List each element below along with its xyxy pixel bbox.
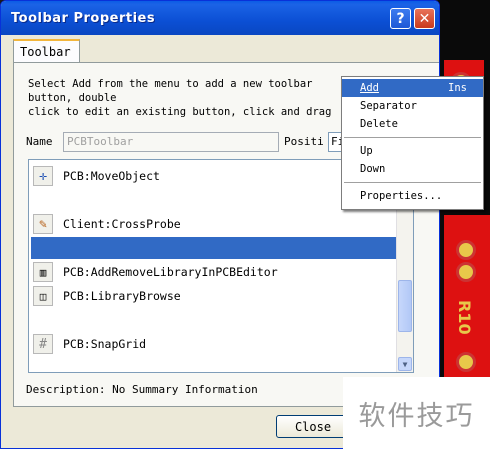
menu-item-label: Add <box>360 82 379 94</box>
menu-item-down[interactable]: Down <box>342 160 483 178</box>
menu-item-shortcut: Ins <box>448 82 467 94</box>
instructions-line: click to edit an existing button, click … <box>28 106 332 118</box>
instructions-line: Select Add from the menu to add a new to… <box>28 78 313 90</box>
snap-grid-icon: # <box>33 334 53 354</box>
pcb-designator-label: R10 <box>455 300 474 335</box>
menu-divider <box>344 137 481 138</box>
position-label: Positi <box>284 135 324 148</box>
list-item[interactable]: # PCB:SnapGrid <box>31 333 397 355</box>
pcb-via <box>456 262 476 282</box>
list-item-label: Client:CrossProbe <box>63 217 181 231</box>
context-menu: Add Ins Separator Delete Up Down Propert… <box>341 76 484 210</box>
watermark: 软件技巧 <box>343 377 490 449</box>
pcb-via <box>456 352 476 372</box>
list-item-selected[interactable] <box>31 237 397 259</box>
close-icon: ✕ <box>418 10 431 27</box>
move-object-icon: ✛ <box>33 166 53 186</box>
scrollbar-thumb[interactable] <box>398 280 412 332</box>
menu-item-label: Properties... <box>360 190 443 202</box>
tab-toolbar[interactable]: Toolbar <box>13 39 80 63</box>
list-item[interactable]: ▥ PCB:AddRemoveLibraryInPCBEditor <box>31 261 397 283</box>
cross-probe-icon: ✎ <box>33 214 53 234</box>
list-item-label: PCB:SnapGrid <box>63 337 147 351</box>
library-browse-icon: ◫ <box>33 286 53 306</box>
add-remove-library-icon: ▥ <box>33 262 53 282</box>
menu-item-label: Down <box>360 163 386 175</box>
menu-item-label: Separator <box>360 100 417 112</box>
instructions-text: Select Add from the menu to add a new to… <box>28 77 348 119</box>
window-title: Toolbar Properties <box>11 10 156 26</box>
menu-item-label: Delete <box>360 118 398 130</box>
list-item-label: PCB:LibraryBrowse <box>63 289 181 303</box>
window-close-button[interactable]: ✕ <box>414 8 435 29</box>
watermark-text: 软件技巧 <box>358 400 475 432</box>
name-label: Name <box>26 135 53 148</box>
menu-divider <box>344 182 481 183</box>
scroll-down-icon[interactable]: ▼ <box>398 357 412 371</box>
pcb-via <box>456 240 476 260</box>
name-field[interactable]: PCBToolbar <box>63 132 279 152</box>
empty-icon-slot <box>33 238 53 258</box>
help-icon: ? <box>396 10 405 27</box>
list-item[interactable]: ◫ PCB:LibraryBrowse <box>31 285 397 307</box>
list-item-label: PCB:MoveObject <box>63 169 160 183</box>
close-button[interactable]: Close <box>276 415 350 438</box>
tab-strip: Toolbar <box>13 39 80 63</box>
menu-item-separator[interactable]: Separator <box>342 97 483 115</box>
menu-item-delete[interactable]: Delete <box>342 115 483 133</box>
instructions-line: button, double <box>28 92 117 104</box>
list-item[interactable]: ✎ Client:CrossProbe <box>31 213 397 235</box>
menu-item-properties[interactable]: Properties... <box>342 187 483 205</box>
description-text: Description: No Summary Information <box>26 383 258 396</box>
menu-item-up[interactable]: Up <box>342 142 483 160</box>
title-bar[interactable]: Toolbar Properties ? ✕ <box>1 1 439 35</box>
list-item-label: PCB:AddRemoveLibraryInPCBEditor <box>63 265 278 279</box>
menu-item-label: Up <box>360 145 373 157</box>
help-button[interactable]: ? <box>390 8 411 29</box>
menu-item-add[interactable]: Add Ins <box>342 79 483 97</box>
